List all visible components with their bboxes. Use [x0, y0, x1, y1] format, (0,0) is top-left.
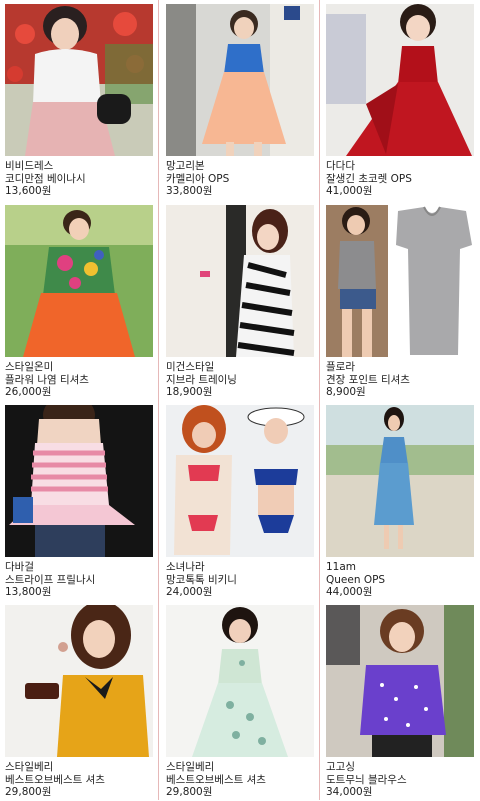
shop-name: 스타일온미 — [5, 361, 54, 373]
product-price: 24,000원 — [166, 586, 213, 598]
product-name[interactable]: 스트라이프 프릴나시 — [5, 574, 153, 587]
product-card[interactable]: 다다다 잘생긴 초코렛 OPS 41,000원 — [326, 4, 474, 200]
product-name[interactable]: 잘생긴 초코렛 OPS — [326, 173, 474, 186]
product-name[interactable]: 코디만점 베이나시 — [5, 173, 153, 186]
shop-name: 비비드레스 — [5, 160, 54, 172]
product-name[interactable]: 베스트오브베스트 셔츠 — [5, 774, 153, 787]
product-image[interactable] — [166, 205, 314, 357]
shop-name: 고고싱 — [326, 761, 355, 773]
product-grid: 비비드레스 코디만점 베이나시 13,600원 망고리본 카멜리아 OPS 33… — [0, 0, 480, 800]
product-name[interactable]: 도트무늬 블라우스 — [326, 774, 474, 787]
column-divider — [319, 0, 320, 800]
product-image[interactable] — [326, 4, 474, 156]
shop-name: 스타일베리 — [166, 761, 215, 773]
product-price: 41,000원 — [326, 185, 373, 197]
product-card[interactable]: 비비드레스 코디만점 베이나시 13,600원 — [5, 4, 153, 200]
shop-name: 다바걸 — [5, 561, 34, 573]
product-image[interactable] — [5, 205, 153, 357]
product-name[interactable]: 베스트오브베스트 셔츠 — [166, 774, 314, 787]
product-name[interactable]: 견장 포인트 티셔츠 — [326, 374, 474, 387]
column-divider — [158, 0, 159, 800]
shop-name: 플로라 — [326, 361, 355, 373]
product-card[interactable]: 스타일베리 베스트오브베스트 셔츠 29,800원 — [166, 605, 314, 801]
product-name[interactable]: 카멜리아 OPS — [166, 173, 314, 186]
product-card[interactable]: 미건스타일 지브라 트레이닝 18,900원 — [166, 205, 314, 401]
product-card[interactable]: 스타일온미 플라워 나염 티셔츠 26,000원 — [5, 205, 153, 401]
product-name[interactable]: 망코톡톡 비키니 — [166, 574, 314, 587]
product-image[interactable] — [5, 4, 153, 156]
product-image[interactable] — [166, 405, 314, 557]
product-image[interactable] — [326, 605, 474, 757]
shop-name: 11am — [326, 561, 357, 573]
product-image[interactable] — [5, 405, 153, 557]
product-price: 29,800원 — [5, 786, 52, 798]
shop-name: 다다다 — [326, 160, 355, 172]
product-card[interactable]: 고고싱 도트무늬 블라우스 34,000원 — [326, 605, 474, 801]
shop-name: 소녀나라 — [166, 561, 205, 573]
product-image[interactable] — [326, 405, 474, 557]
product-price: 8,900원 — [326, 386, 366, 398]
shop-name: 미건스타일 — [166, 361, 215, 373]
product-image[interactable] — [326, 205, 474, 357]
product-image[interactable] — [166, 4, 314, 156]
product-card[interactable]: 다바걸 스트라이프 프릴나시 13,800원 — [5, 405, 153, 601]
product-image[interactable] — [166, 605, 314, 757]
product-price: 13,600원 — [5, 185, 52, 197]
product-card[interactable]: 11am Queen OPS 44,000원 — [326, 405, 474, 601]
product-price: 13,800원 — [5, 586, 52, 598]
product-price: 29,800원 — [166, 786, 213, 798]
product-card[interactable]: 망고리본 카멜리아 OPS 33,800원 — [166, 4, 314, 200]
product-price: 44,000원 — [326, 586, 373, 598]
product-card[interactable]: 소녀나라 망코톡톡 비키니 24,000원 — [166, 405, 314, 601]
product-name[interactable]: 플라워 나염 티셔츠 — [5, 374, 153, 387]
product-image[interactable] — [5, 605, 153, 757]
product-card[interactable]: 스타일베리 베스트오브베스트 셔츠 29,800원 — [5, 605, 153, 801]
product-price: 34,000원 — [326, 786, 373, 798]
product-price: 33,800원 — [166, 185, 213, 197]
product-name[interactable]: Queen OPS — [326, 574, 474, 587]
product-price: 18,900원 — [166, 386, 213, 398]
shop-name: 스타일베리 — [5, 761, 54, 773]
shop-name: 망고리본 — [166, 160, 205, 172]
product-name[interactable]: 지브라 트레이닝 — [166, 374, 314, 387]
product-card[interactable]: 플로라 견장 포인트 티셔츠 8,900원 — [326, 205, 474, 401]
product-price: 26,000원 — [5, 386, 52, 398]
